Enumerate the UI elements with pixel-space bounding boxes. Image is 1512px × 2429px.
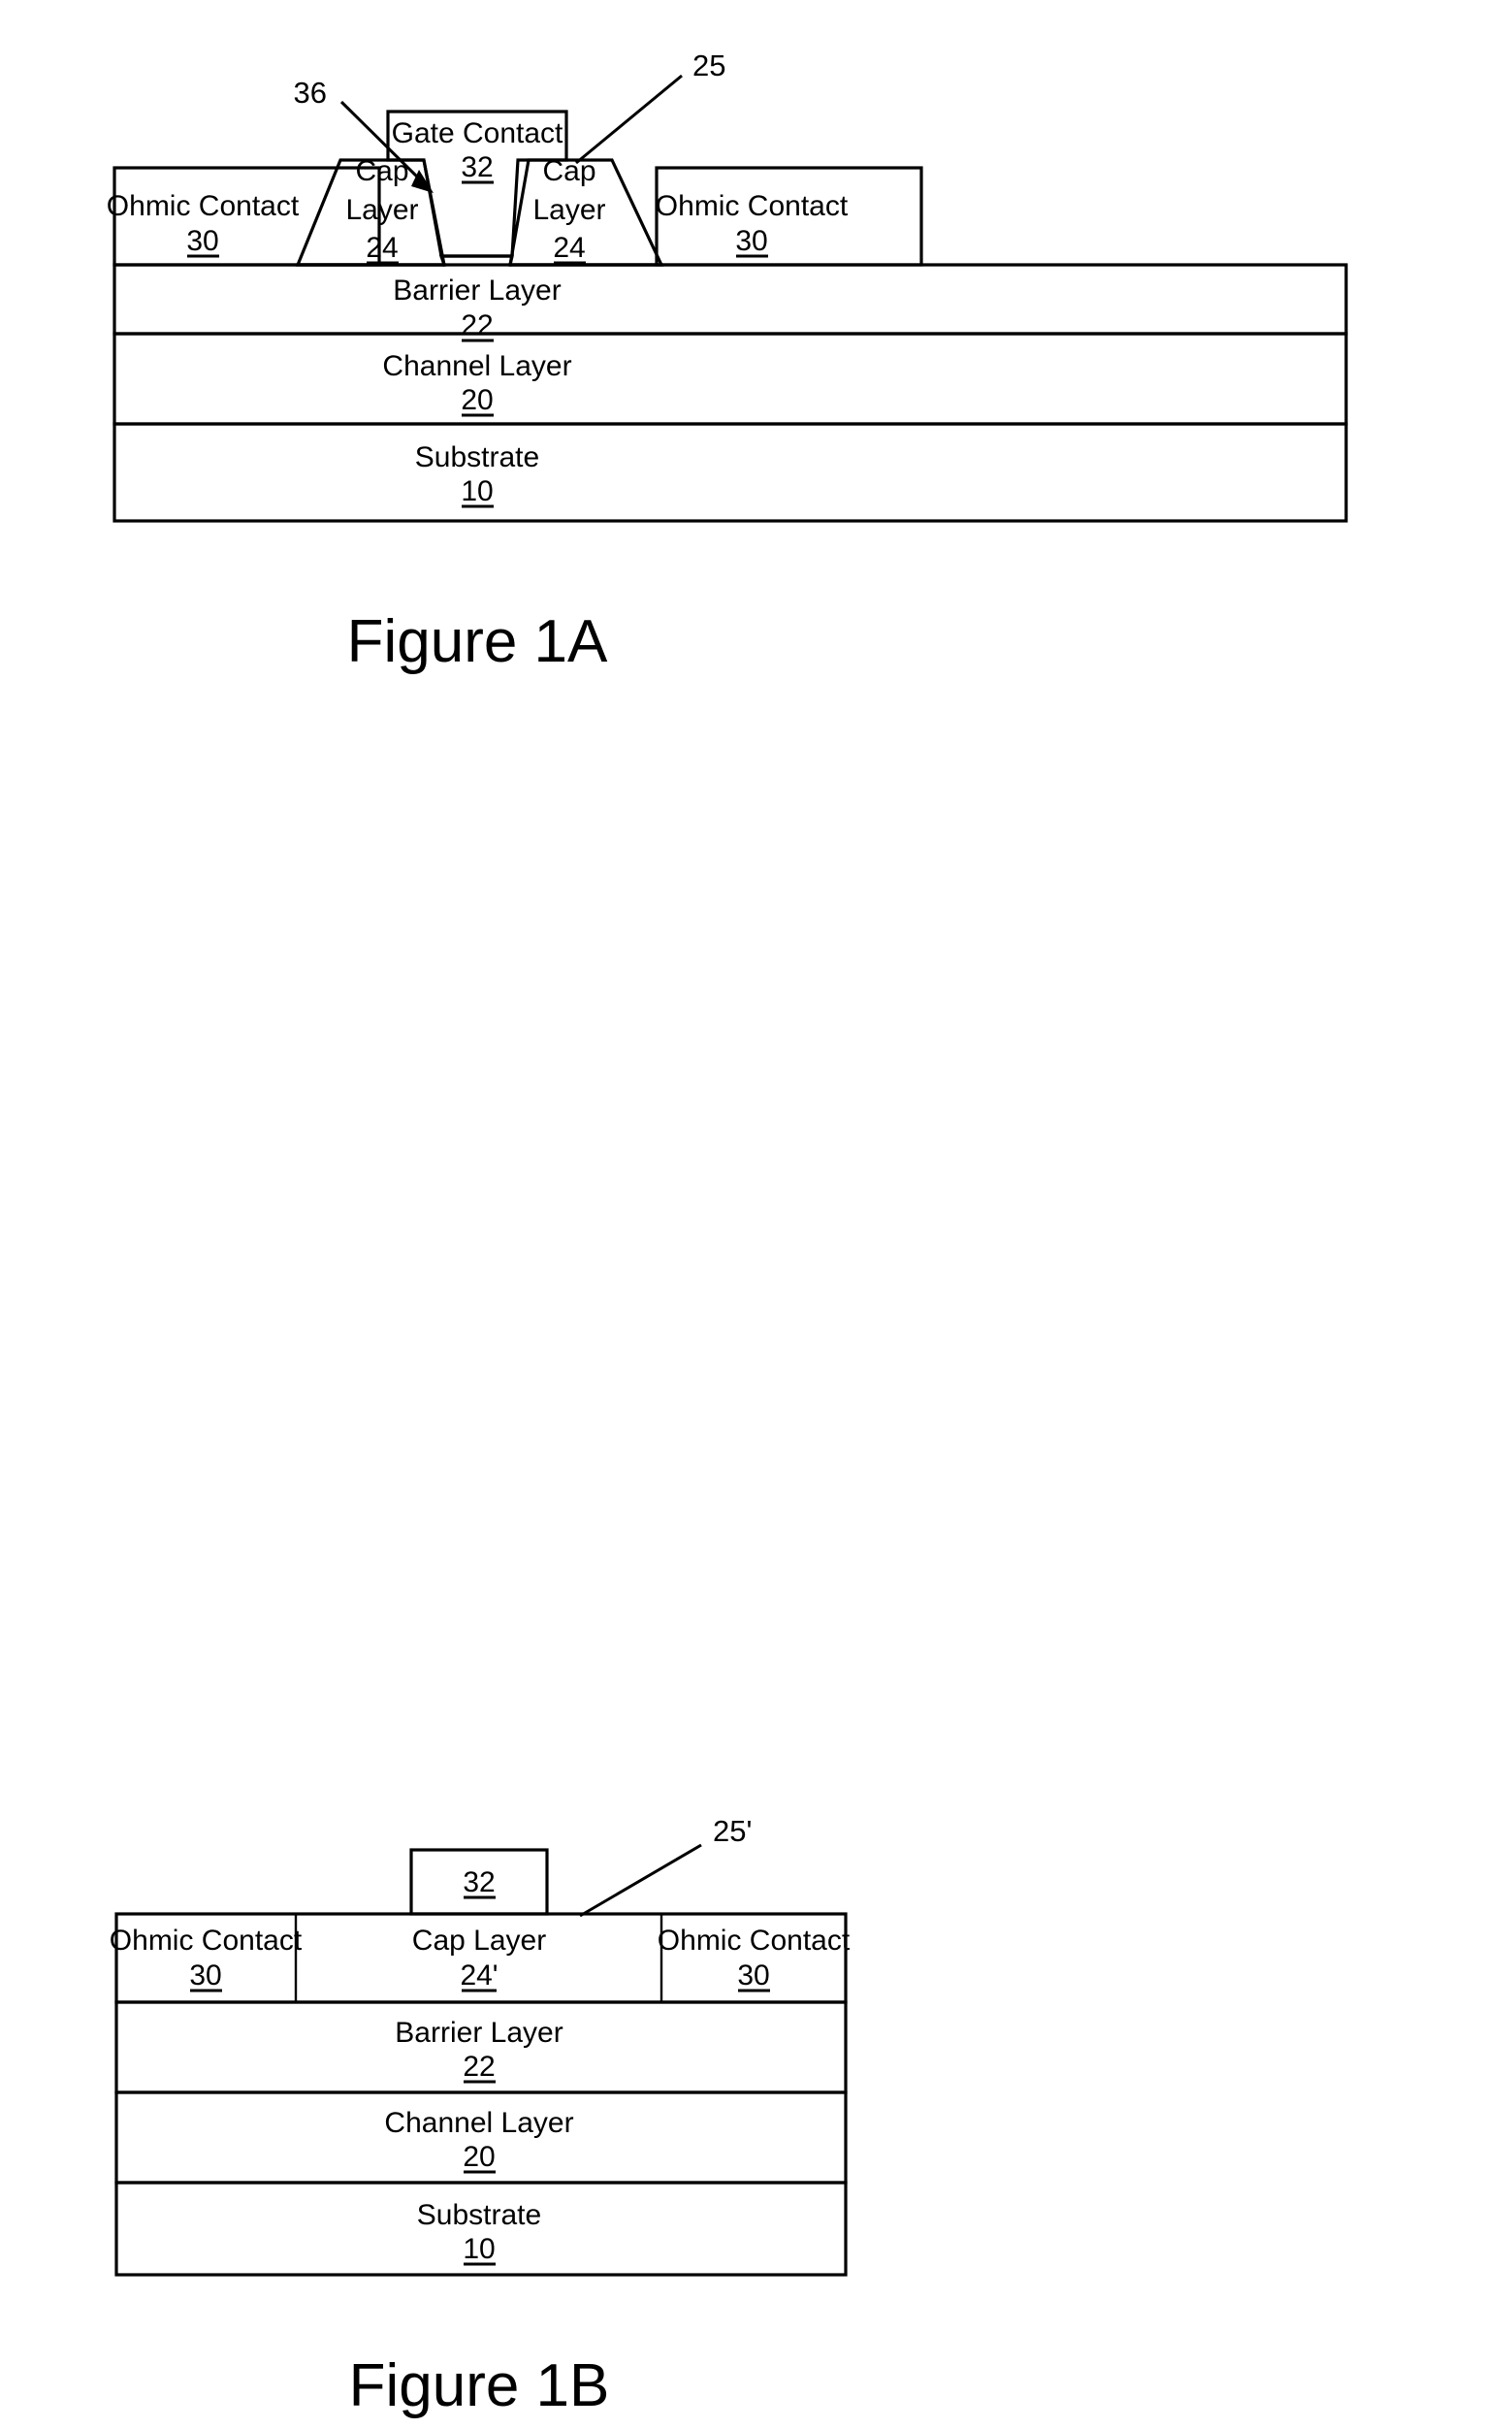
substrate-label: Substrate xyxy=(415,441,539,473)
barrier-layer-ref: 22 xyxy=(461,309,493,341)
ohmic-contact-left-label: Ohmic Contact xyxy=(110,1925,303,1957)
substrate-label: Substrate xyxy=(417,2199,541,2231)
figure-1a: Cap Layer 24 Cap Layer 24 Gate Contact 3… xyxy=(0,0,1512,1116)
ohmic-contact-left-label: Ohmic Contact xyxy=(107,190,300,222)
leader-25-group: 25 xyxy=(575,49,725,165)
cap-layer-left-label-line2: Layer xyxy=(345,194,418,226)
channel-layer-ref: 20 xyxy=(463,2141,495,2173)
figure-1b-drawing: 32 Ohmic Contact 30 Cap Layer 24' Ohmic … xyxy=(110,1814,851,2419)
layer-stack-fig1a xyxy=(113,263,1348,523)
substrate-ref: 10 xyxy=(461,475,493,507)
figure-1b-caption: Figure 1B xyxy=(349,2352,610,2419)
cap-layer-ref: 24' xyxy=(460,1959,498,1992)
gate-contact-ref: 32 xyxy=(463,1866,495,1898)
ohmic-contact-right-label: Ohmic Contact xyxy=(656,190,849,222)
leader-25-prime-line xyxy=(579,1843,702,1918)
ohmic-contact-left-ref: 30 xyxy=(186,225,218,257)
cap-layer-right-label-line2: Layer xyxy=(532,194,605,226)
leader-25-line xyxy=(575,74,683,165)
cap-layer-left-ref: 24 xyxy=(366,232,398,264)
barrier-layer-ref: 22 xyxy=(463,2051,495,2083)
leader-25-prime-group: 25' xyxy=(579,1814,752,1918)
channel-layer-label: Channel Layer xyxy=(382,350,571,382)
gate-contact-label: Gate Contact xyxy=(392,117,563,149)
ohmic-contact-right-ref: 30 xyxy=(735,225,767,257)
cap-layer-label: Cap Layer xyxy=(412,1925,546,1957)
ohmic-contact-right-label: Ohmic Contact xyxy=(658,1925,851,1957)
patent-drawing-page: Cap Layer 24 Cap Layer 24 Gate Contact 3… xyxy=(0,0,1512,2429)
ref-36-label: 36 xyxy=(294,76,327,110)
figure-1a-caption: Figure 1A xyxy=(347,608,608,675)
gate-contact-ref: 32 xyxy=(461,151,493,183)
ohmic-contact-left-ref: 30 xyxy=(189,1959,221,1992)
barrier-layer-label: Barrier Layer xyxy=(393,275,561,307)
cap-layer-right-ref: 24 xyxy=(553,232,585,264)
ref-25-label: 25 xyxy=(692,49,725,82)
channel-layer-box xyxy=(113,332,1348,426)
barrier-layer-box xyxy=(113,263,1348,336)
substrate-box xyxy=(113,422,1348,523)
barrier-layer-label: Barrier Layer xyxy=(395,2017,563,2049)
channel-layer-ref: 20 xyxy=(461,384,493,416)
substrate-ref: 10 xyxy=(463,2233,495,2265)
figure-1a-drawing: Cap Layer 24 Cap Layer 24 Gate Contact 3… xyxy=(107,49,1348,675)
channel-layer-label: Channel Layer xyxy=(384,2107,573,2139)
ohmic-contact-right-ref: 30 xyxy=(737,1959,769,1992)
figure-1b: 32 Ohmic Contact 30 Cap Layer 24' Ohmic … xyxy=(0,1116,1512,2429)
ref-25-prime-label: 25' xyxy=(713,1814,752,1848)
